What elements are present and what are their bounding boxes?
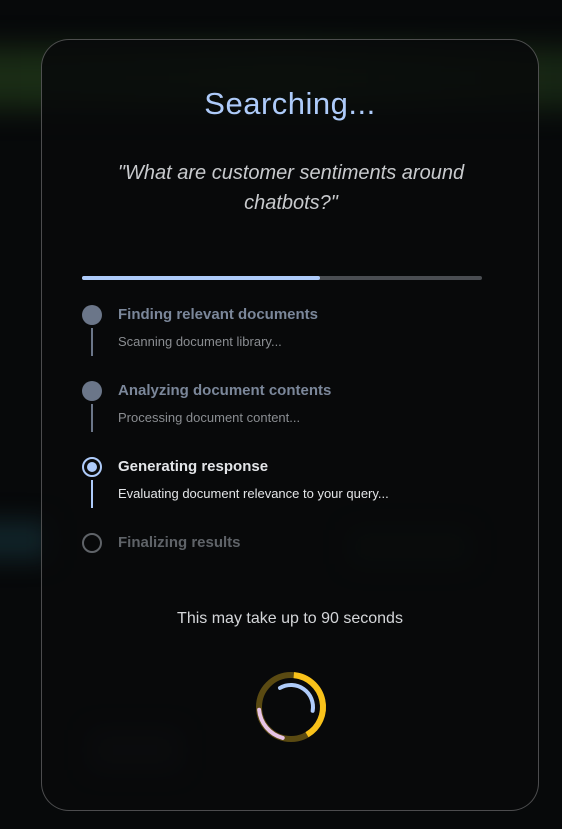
step-status-icon bbox=[82, 381, 102, 401]
step-label: Analyzing document contents bbox=[118, 382, 332, 399]
step-connector bbox=[91, 328, 93, 356]
spinner-arc-blue bbox=[278, 683, 315, 713]
spinner-arc-yellow bbox=[293, 672, 326, 738]
step-description: Processing document content... bbox=[118, 410, 301, 425]
progress-bar bbox=[82, 276, 482, 280]
step-label: Finding relevant documents bbox=[118, 306, 319, 323]
search-query-text: "What are customer sentiments around cha… bbox=[117, 162, 465, 214]
step-item: Generating response Evaluating document … bbox=[82, 456, 502, 532]
loading-spinner-icon bbox=[256, 672, 326, 742]
step-item: Analyzing document contents Processing d… bbox=[82, 380, 502, 456]
step-label: Generating response bbox=[118, 458, 269, 475]
progress-bar-fill bbox=[82, 276, 320, 280]
step-status-icon bbox=[82, 305, 102, 325]
step-item: Finding relevant documents Scanning docu… bbox=[82, 304, 502, 380]
step-status-icon bbox=[82, 533, 102, 553]
step-description: Scanning document library... bbox=[118, 334, 282, 349]
wait-time-hint: This may take up to 90 seconds bbox=[177, 610, 403, 627]
step-description: Evaluating document relevance to your qu… bbox=[118, 486, 389, 501]
step-connector bbox=[91, 480, 93, 508]
step-item: Finalizing results bbox=[82, 532, 502, 608]
dialog-title: Searching... bbox=[204, 86, 376, 121]
step-connector bbox=[91, 404, 93, 432]
searching-dialog: Searching... "What are customer sentimen… bbox=[41, 39, 539, 811]
step-status-icon bbox=[82, 457, 102, 477]
step-list: Finding relevant documents Scanning docu… bbox=[82, 304, 502, 608]
step-label: Finalizing results bbox=[118, 534, 241, 551]
